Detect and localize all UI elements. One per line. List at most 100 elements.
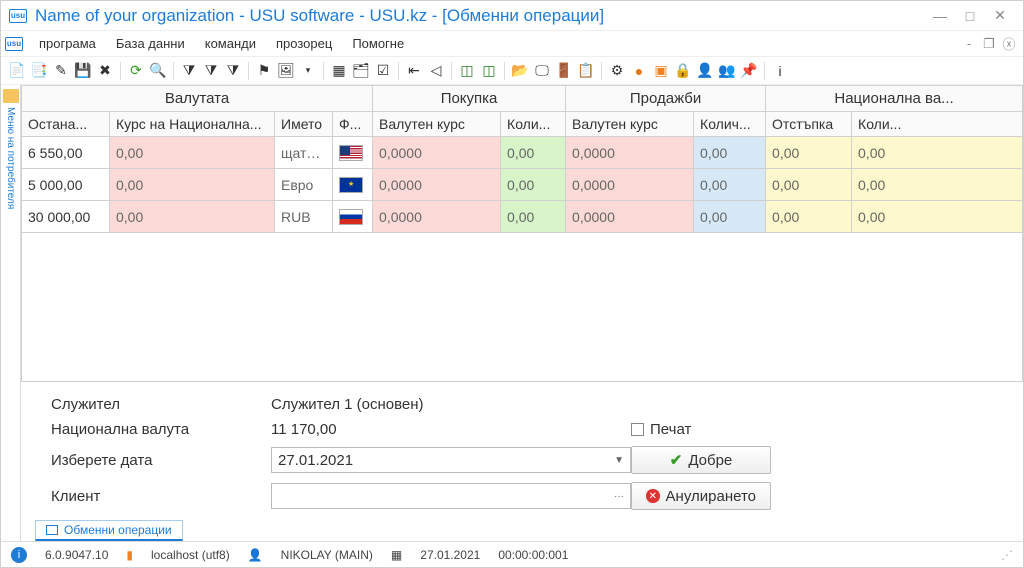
side-panel-label[interactable]: Меню на потребителя xyxy=(5,107,16,209)
open-folder-icon[interactable]: 📂 xyxy=(510,61,530,81)
filter-clear-icon[interactable]: ⧩ xyxy=(201,61,221,81)
currency-grid[interactable]: Валутата Покупка Продажби Национална ва.… xyxy=(21,85,1023,233)
gear-icon[interactable]: ⚙ xyxy=(607,61,627,81)
clipboard-icon[interactable]: 📋 xyxy=(576,61,596,81)
menu-window[interactable]: прозорец xyxy=(266,33,342,54)
employee-value: Служител 1 (основен) xyxy=(271,396,631,413)
flag-eu-icon xyxy=(339,177,363,193)
flag-icon[interactable]: ⚑ xyxy=(254,61,274,81)
form-area: Служител Служител 1 (основен) Национална… xyxy=(21,382,1023,520)
date-label: Изберете дата xyxy=(51,452,271,469)
rss-icon[interactable]: ▣ xyxy=(651,61,671,81)
col-buy-qty[interactable]: Коли... xyxy=(501,112,566,137)
cancel-button[interactable]: ✕ Анулирането xyxy=(631,482,771,510)
status-time: 00:00:00:001 xyxy=(498,548,568,562)
exit-door-icon[interactable]: 🚪 xyxy=(554,61,574,81)
menubar: usu програма База данни команди прозорец… xyxy=(1,31,1023,57)
refresh-icon[interactable]: ⟳ xyxy=(126,61,146,81)
flag-us-icon xyxy=(339,145,363,161)
tree-icon[interactable]: 🗂 xyxy=(351,61,371,81)
filter-icon[interactable]: ⧩ xyxy=(179,61,199,81)
screenshot-icon[interactable]: 🖵 xyxy=(532,61,552,81)
col-remain[interactable]: Остана... xyxy=(22,112,110,137)
status-host: localhost (utf8) xyxy=(151,548,230,562)
import-excel-icon[interactable]: ◫ xyxy=(479,61,499,81)
calendar-icon: ▦ xyxy=(391,548,402,562)
toolbar: 📄 📑 ✎ 💾 ✖ ⟳ 🔍 ⧩ ⧩ ⧩ ⚑ 🖼 ▾ ▦ 🗂 ☑ ⇤ ◁ ◫ ◫ … xyxy=(1,57,1023,85)
mdi-minimize-button[interactable]: - xyxy=(959,36,979,51)
group-sell[interactable]: Продажби xyxy=(566,86,766,112)
form-icon[interactable]: ▦ xyxy=(329,61,349,81)
checkbox-icon xyxy=(631,423,644,436)
menu-commands[interactable]: команди xyxy=(195,33,266,54)
maximize-button[interactable]: □ xyxy=(955,8,985,24)
client-lookup[interactable]: ··· xyxy=(271,483,631,509)
status-version: 6.0.9047.10 xyxy=(45,548,108,562)
col-sell-qty[interactable]: Колич... xyxy=(694,112,766,137)
database-icon: ▮ xyxy=(126,548,133,562)
statusbar: i 6.0.9047.10 ▮ localhost (utf8) 👤 NIKOL… xyxy=(1,541,1023,567)
color-icon[interactable]: ● xyxy=(629,61,649,81)
col-flag[interactable]: Ф... xyxy=(333,112,373,137)
prev-icon[interactable]: ◁ xyxy=(426,61,446,81)
delete-icon[interactable]: ✖ xyxy=(95,61,115,81)
chevron-down-icon: ▼ xyxy=(614,455,624,466)
table-row[interactable]: 5 000,00 0,00 Евро 0,0000 0,00 0,0000 0,… xyxy=(22,169,1023,201)
cancel-icon: ✕ xyxy=(646,489,660,503)
col-nqty[interactable]: Коли... xyxy=(852,112,1023,137)
col-name[interactable]: Името xyxy=(275,112,333,137)
window-title: Name of your organization - USU software… xyxy=(35,6,925,26)
col-disc[interactable]: Отстъпка xyxy=(766,112,852,137)
filter-group-icon[interactable]: ⧩ xyxy=(223,61,243,81)
info-icon[interactable]: i xyxy=(770,61,790,81)
group-buy[interactable]: Покупка xyxy=(373,86,566,112)
menu-help[interactable]: Помогне xyxy=(342,33,414,54)
natcur-value: 11 170,00 xyxy=(271,421,631,438)
menu-database[interactable]: База данни xyxy=(106,33,195,54)
check-icon[interactable]: ☑ xyxy=(373,61,393,81)
users-icon[interactable]: 👥 xyxy=(717,61,737,81)
lock-icon[interactable]: 🔒 xyxy=(673,61,693,81)
info-icon[interactable]: i xyxy=(11,547,27,563)
table-row[interactable]: 30 000,00 0,00 RUB 0,0000 0,00 0,0000 0,… xyxy=(22,201,1023,233)
mdi-restore-button[interactable]: ❐ xyxy=(979,36,999,52)
col-sell-rate[interactable]: Валутен курс xyxy=(566,112,694,137)
grid-empty-area xyxy=(21,233,1023,382)
print-checkbox[interactable]: Печат xyxy=(631,421,831,438)
status-user: NIKOLAY (MAIN) xyxy=(281,548,373,562)
minimize-button[interactable]: — xyxy=(925,8,955,24)
new-icon[interactable]: 📄 xyxy=(7,61,27,81)
image-icon[interactable]: 🖼 xyxy=(276,61,296,81)
menu-program[interactable]: програма xyxy=(29,33,106,54)
date-picker[interactable]: 27.01.2021 ▼ xyxy=(271,447,631,473)
edit-icon[interactable]: ✎ xyxy=(51,61,71,81)
titlebar: usu Name of your organization - USU soft… xyxy=(1,1,1023,31)
col-nbrate[interactable]: Курс на Национална... xyxy=(110,112,275,137)
resize-grip-icon[interactable]: ⋰ xyxy=(1001,548,1013,562)
user-icon[interactable]: 👤 xyxy=(695,61,715,81)
check-icon: ✔ xyxy=(670,451,683,469)
chevron-down-icon[interactable]: ▾ xyxy=(298,61,318,81)
folder-icon[interactable] xyxy=(3,89,19,103)
employee-label: Служител xyxy=(51,396,271,413)
pin-icon[interactable]: 📌 xyxy=(739,61,759,81)
col-buy-rate[interactable]: Валутен курс xyxy=(373,112,501,137)
table-row[interactable]: 6 550,00 0,00 щатски 0,0000 0,00 0,0000 … xyxy=(22,137,1023,169)
search-icon[interactable]: 🔍 xyxy=(148,61,168,81)
export-excel-icon[interactable]: ◫ xyxy=(457,61,477,81)
ellipsis-icon: ··· xyxy=(614,491,624,502)
ok-button[interactable]: ✔ Добре xyxy=(631,446,771,474)
tab-exchange-ops[interactable]: Обменни операции xyxy=(35,520,183,541)
first-icon[interactable]: ⇤ xyxy=(404,61,424,81)
mdi-close-button[interactable]: ⓧ xyxy=(999,34,1019,53)
flag-ru-icon xyxy=(339,209,363,225)
group-currency[interactable]: Валутата xyxy=(22,86,373,112)
client-label: Клиент xyxy=(51,488,271,505)
app-icon: usu xyxy=(9,9,27,23)
save-icon[interactable]: 💾 xyxy=(73,61,93,81)
close-button[interactable]: ✕ xyxy=(985,7,1015,24)
user-icon: 👤 xyxy=(248,548,263,562)
group-national[interactable]: Национална ва... xyxy=(766,86,1023,112)
copy-icon[interactable]: 📑 xyxy=(29,61,49,81)
window-icon xyxy=(46,525,58,535)
